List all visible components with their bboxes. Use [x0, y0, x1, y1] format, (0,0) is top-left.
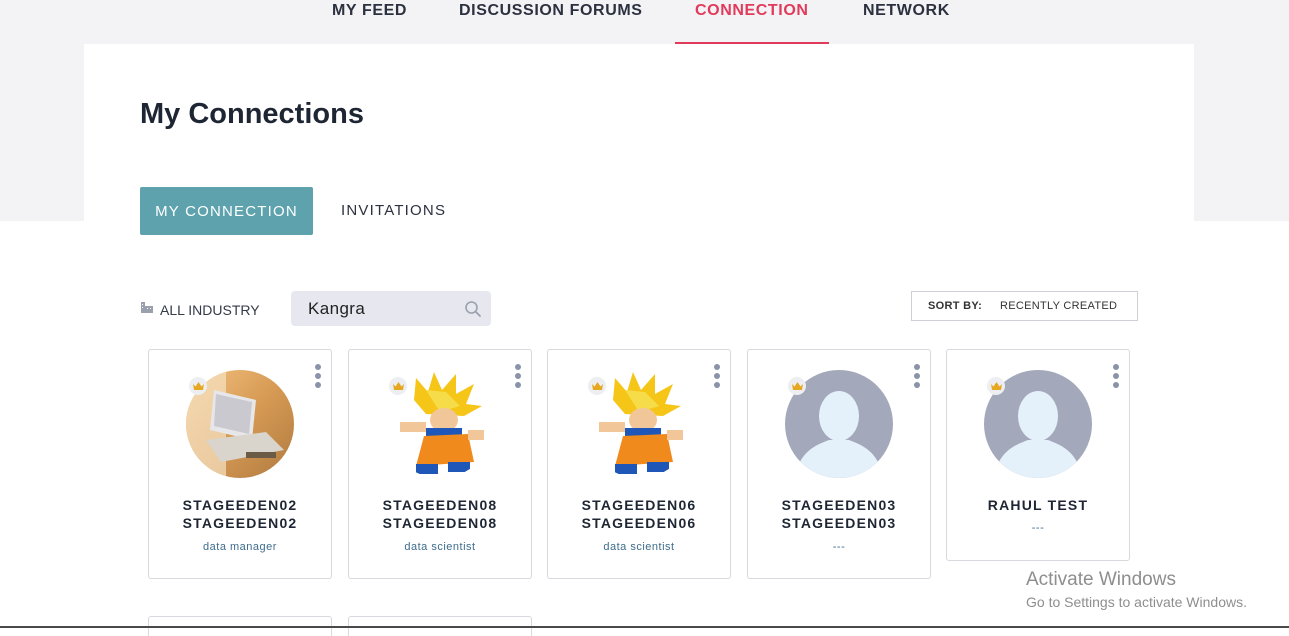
crown-icon: [588, 377, 606, 395]
connection-name: STAGEEDEN06 STAGEEDEN06: [581, 497, 697, 531]
nav-active-indicator: [675, 42, 829, 44]
more-options-icon[interactable]: [913, 364, 921, 390]
connection-role: data scientist: [404, 541, 476, 553]
connection-name: STAGEEDEN02 STAGEEDEN02: [182, 497, 298, 531]
tab-invitations[interactable]: INVITATIONS: [341, 202, 446, 219]
tab-my-connection[interactable]: MY CONNECTION: [140, 187, 313, 235]
more-options-icon[interactable]: [314, 364, 322, 390]
connection-name: RAHUL TEST: [987, 497, 1089, 513]
more-options-icon[interactable]: [514, 364, 522, 390]
crown-icon: [389, 377, 407, 395]
industry-filter-label: ALL INDUSTRY: [160, 301, 260, 318]
connection-card[interactable]: STAGEEDEN03 STAGEEDEN03 ---: [747, 349, 931, 579]
connection-role: ---: [832, 541, 846, 553]
connection-name: STAGEEDEN03 STAGEEDEN03: [781, 497, 897, 531]
sort-label: SORT BY:: [928, 300, 983, 312]
nav-network[interactable]: NETWORK: [863, 2, 950, 20]
connection-card[interactable]: STAGEEDEN02 STAGEEDEN02 data manager: [148, 349, 332, 579]
sort-value: RECENTLY CREATED: [1000, 300, 1118, 312]
search-box: [291, 291, 491, 326]
more-options-icon[interactable]: [1112, 364, 1120, 390]
connection-role: data scientist: [603, 541, 675, 553]
search-input[interactable]: [291, 291, 461, 326]
connection-role: data manager: [203, 541, 277, 553]
watermark-title: Activate Windows: [1026, 569, 1176, 590]
more-options-icon[interactable]: [713, 364, 721, 390]
crown-icon: [189, 377, 207, 395]
connection-name: STAGEEDEN08 STAGEEDEN08: [382, 497, 498, 531]
crown-icon: [987, 377, 1005, 395]
nav-discussion-forums[interactable]: DISCUSSION FORUMS: [459, 2, 643, 20]
connection-card[interactable]: RAHUL TEST ---: [946, 349, 1130, 561]
connection-card[interactable]: STAGEEDEN08 STAGEEDEN08 data scientist: [348, 349, 532, 579]
sort-dropdown[interactable]: SORT BY: RECENTLY CREATED: [911, 291, 1138, 321]
crown-icon: [788, 377, 806, 395]
connection-card[interactable]: STAGEEDEN06 STAGEEDEN06 data scientist: [547, 349, 731, 579]
building-icon: [140, 300, 154, 319]
connection-role: ---: [1031, 522, 1045, 534]
watermark-subtitle: Go to Settings to activate Windows.: [1026, 594, 1247, 610]
top-navigation: MY FEED DISCUSSION FORUMS CONNECTION NET…: [0, 0, 1289, 44]
search-icon[interactable]: [464, 300, 482, 323]
nav-connection[interactable]: CONNECTION: [695, 2, 809, 20]
page-title: My Connections: [140, 98, 364, 130]
industry-filter[interactable]: ALL INDUSTRY: [140, 300, 260, 319]
nav-my-feed[interactable]: MY FEED: [332, 2, 407, 20]
